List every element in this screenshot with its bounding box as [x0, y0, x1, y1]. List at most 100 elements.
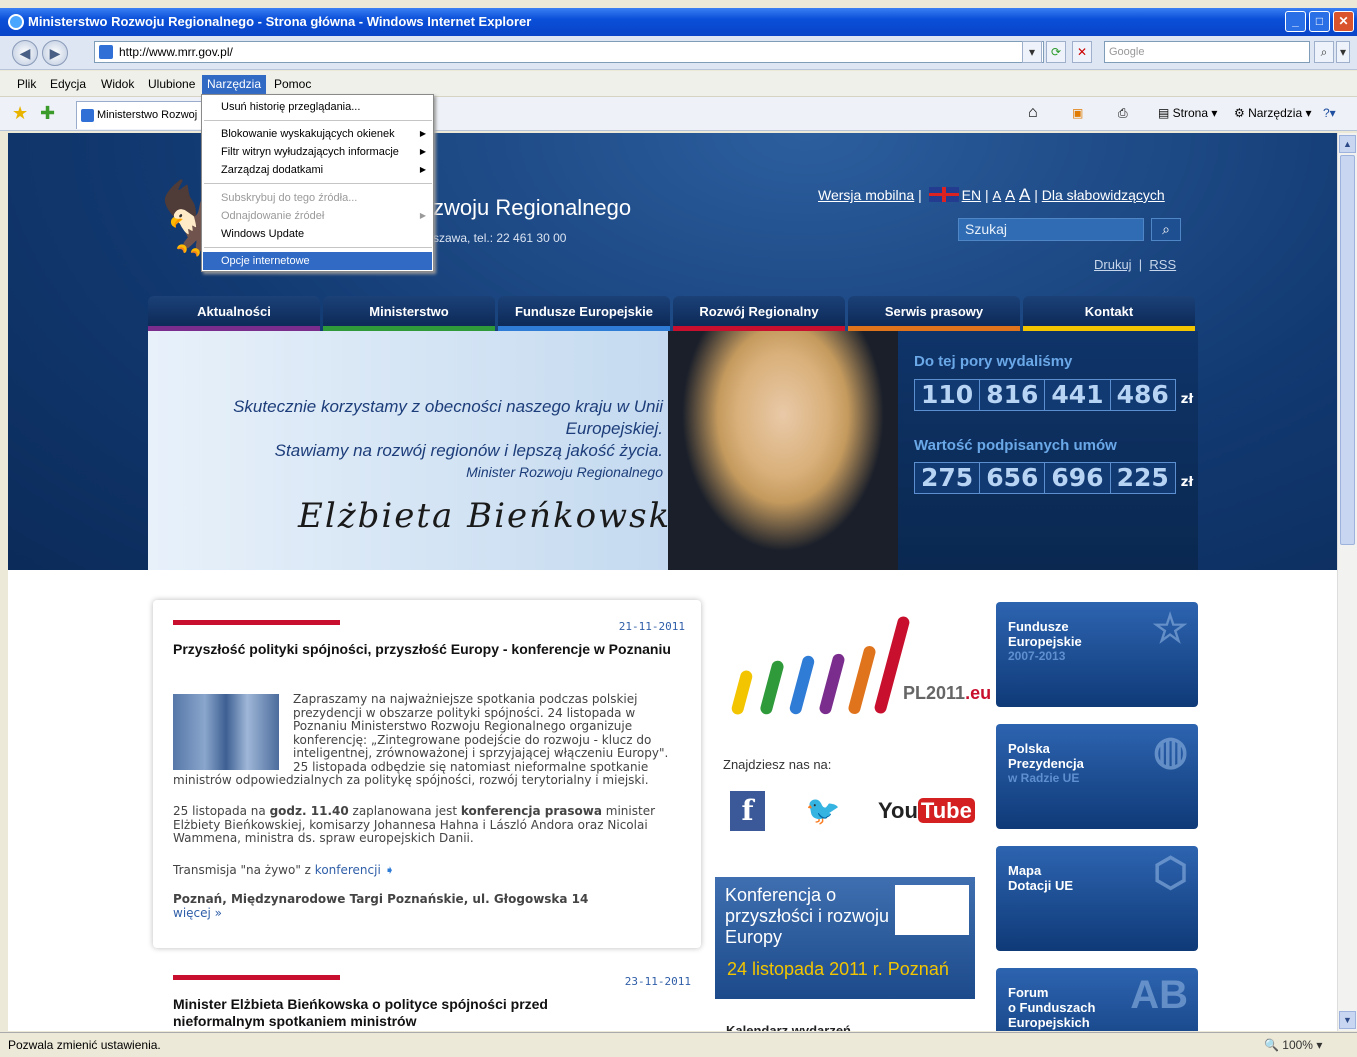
pl2011-small-logo-icon [895, 885, 969, 935]
sidebox-mapa[interactable]: Mapa Dotacji UE ⬡ [996, 846, 1198, 951]
dropdown-item[interactable]: Blokowanie wyskakujących okienek ▶ [203, 125, 432, 143]
nav-tab[interactable]: Aktualności [148, 296, 320, 331]
conference-title: Konferencja o przyszłości i rozwoju Euro… [725, 885, 890, 947]
arrow-right-icon[interactable]: ➧ [385, 863, 395, 877]
top-links: Wersja mobilna | EN | A A A | Dla słabow… [818, 185, 1165, 204]
menu-widok[interactable]: Widok [96, 75, 139, 94]
close-button[interactable]: ✕ [1333, 11, 1354, 32]
feeds-icon[interactable]: ▣ [1072, 105, 1083, 121]
search-options-icon[interactable]: ▾ [1336, 41, 1350, 63]
youtube-you: You [878, 798, 918, 823]
font-size-small-link[interactable]: A [993, 188, 1002, 203]
conference-banner[interactable]: Konferencja o przyszłości i rozwoju Euro… [715, 877, 975, 999]
nav-tab[interactable]: Fundusze Europejskie [498, 296, 670, 331]
title-bar: Ministerstwo Rozwoju Regionalnego - Stro… [0, 8, 1357, 36]
youtube-icon[interactable]: You Tube [878, 791, 975, 831]
vertical-scrollbar[interactable]: ▲ ▼ [1337, 133, 1357, 1031]
spent-group: 110 [914, 379, 981, 411]
menu-plik[interactable]: Plik [12, 75, 41, 94]
dropdown-item-label: Usuń historię przeglądania... [221, 101, 361, 113]
search-icon[interactable]: ⌕ [1314, 41, 1334, 63]
eu-stars-icon: ☆ [1152, 607, 1188, 651]
sidebox-fundusze[interactable]: Fundusze Europejskie 2007-2013 ☆ [996, 602, 1198, 707]
nav-tab[interactable]: Ministerstwo [323, 296, 495, 331]
maximize-button[interactable]: □ [1309, 11, 1330, 32]
site-search-input[interactable]: Szukaj [958, 218, 1144, 241]
menu-separator [204, 183, 432, 184]
accessible-version-link[interactable]: Dla słabowidzących [1042, 187, 1165, 203]
nav-tab[interactable]: Rozwój Regionalny [673, 296, 845, 331]
menu-pomoc[interactable]: Pomoc [269, 75, 316, 94]
menu-ulubione[interactable]: Ulubione [143, 75, 200, 94]
twitter-icon[interactable]: 🐦 [798, 791, 848, 831]
contracts-group: 275 [914, 462, 981, 494]
news-title[interactable]: Minister Elżbieta Bieńkowska o polityce … [173, 996, 643, 1030]
scroll-down-icon[interactable]: ▼ [1339, 1011, 1356, 1029]
menu-separator [204, 247, 432, 248]
help-icon[interactable]: ?▾ [1323, 105, 1336, 121]
browser-tab[interactable]: Ministerstwo Rozwoj [76, 101, 206, 129]
sidebox-line3: Europejskich [1008, 1015, 1090, 1030]
zoom-control[interactable]: 🔍 100% ▾ [1264, 1033, 1322, 1057]
facebook-icon[interactable]: f [730, 791, 765, 831]
url-dropdown-icon[interactable]: ▾ [1022, 41, 1042, 63]
scroll-thumb[interactable] [1340, 155, 1355, 545]
browser-window: Ministerstwo Rozwoju Regionalnego - Stro… [0, 0, 1357, 1057]
english-link[interactable]: EN [962, 187, 981, 203]
nav-tab[interactable]: Serwis prasowy [848, 296, 1020, 331]
back-icon[interactable]: ◀ [12, 40, 38, 66]
menu-edycja[interactable]: Edycja [45, 75, 91, 94]
news-more-link[interactable]: więcej » [173, 906, 222, 920]
dropdown-item: Odnajdowanie źródeł ▶ [203, 207, 432, 225]
nav-tab[interactable]: Kontakt [1023, 296, 1195, 331]
sidebox-prezydencja[interactable]: Polska Prezydencja w Radzie UE ◍ [996, 724, 1198, 829]
sidebox-sub: w Radzie UE [1008, 771, 1080, 785]
site-search-icon[interactable]: ⌕ [1151, 218, 1181, 241]
news-title[interactable]: Przyszłość polityki spójności, przyszłoś… [173, 641, 673, 658]
favorites-star-icon[interactable]: ★ [12, 103, 28, 124]
find-us-label: Znajdziesz nas na: [723, 757, 832, 772]
home-icon[interactable]: ⌂ [1028, 105, 1038, 121]
font-size-large-link[interactable]: A [1019, 185, 1030, 204]
minister-portrait [668, 331, 898, 570]
news-press-pre: 25 listopada na [173, 804, 270, 818]
spent-group: 486 [1109, 379, 1176, 411]
news-live: Transmisja "na żywo" z konferencji ➧ [173, 863, 395, 877]
menu-narzedzia[interactable]: Narzędzia [202, 75, 267, 94]
pl2011-logo[interactable]: PL2011.eu [721, 610, 991, 725]
news-press-event: konferencja prasowa [460, 804, 602, 818]
minister-role: Minister Rozwoju Regionalnego [466, 464, 663, 480]
submenu-arrow-icon: ▶ [419, 129, 426, 138]
dropdown-item[interactable]: Windows Update [203, 225, 432, 243]
tools-menu[interactable]: ⚙ Narzędzia ▾ [1234, 105, 1311, 121]
page-menu[interactable]: ▤ Strona ▾ [1158, 105, 1217, 121]
window-title: Ministerstwo Rozwoju Regionalnego - Stro… [28, 14, 532, 29]
dropdown-item[interactable]: Opcje internetowe [203, 252, 432, 270]
print-icon[interactable]: ⎙ [1118, 105, 1128, 121]
print-link[interactable]: Drukuj [1094, 257, 1132, 272]
dropdown-item[interactable]: Filtr witryn wyłudzających informacje ▶ [203, 143, 432, 161]
dropdown-item[interactable]: Usuń historię przeglądania... [203, 98, 432, 116]
news-live-link[interactable]: konferencji [315, 863, 381, 877]
news-live-text: Transmisja "na żywo" z [173, 863, 315, 877]
url-input[interactable]: http://www.mrr.gov.pl/ [94, 41, 1044, 63]
stop-icon[interactable]: ✕ [1072, 41, 1092, 63]
font-size-medium-link[interactable]: A [1005, 187, 1015, 204]
minimize-button[interactable]: _ [1285, 11, 1306, 32]
url-text: http://www.mrr.gov.pl/ [119, 45, 233, 59]
uk-flag-icon[interactable] [928, 187, 959, 202]
sidebox-forum[interactable]: Forum o Funduszach Europejskich AB [996, 968, 1198, 1031]
dropdown-item[interactable]: Zarządzaj dodatkami ▶ [203, 161, 432, 179]
news-red-bar [173, 620, 340, 625]
mobile-version-link[interactable]: Wersja mobilna [818, 187, 914, 203]
contracts-group: 656 [979, 462, 1046, 494]
pl2011-text: PL2011.eu [903, 683, 991, 704]
rss-link[interactable]: RSS [1149, 257, 1176, 272]
search-input[interactable]: Google [1104, 41, 1310, 63]
forward-icon[interactable]: ▶ [42, 40, 68, 66]
scroll-up-icon[interactable]: ▲ [1339, 135, 1356, 153]
spent-counter: 110 816 441 486 zł [914, 379, 1193, 411]
refresh-icon[interactable]: ⟳ [1046, 41, 1066, 63]
news-red-bar [173, 975, 340, 980]
add-favorites-icon[interactable]: ✚ [40, 103, 55, 124]
